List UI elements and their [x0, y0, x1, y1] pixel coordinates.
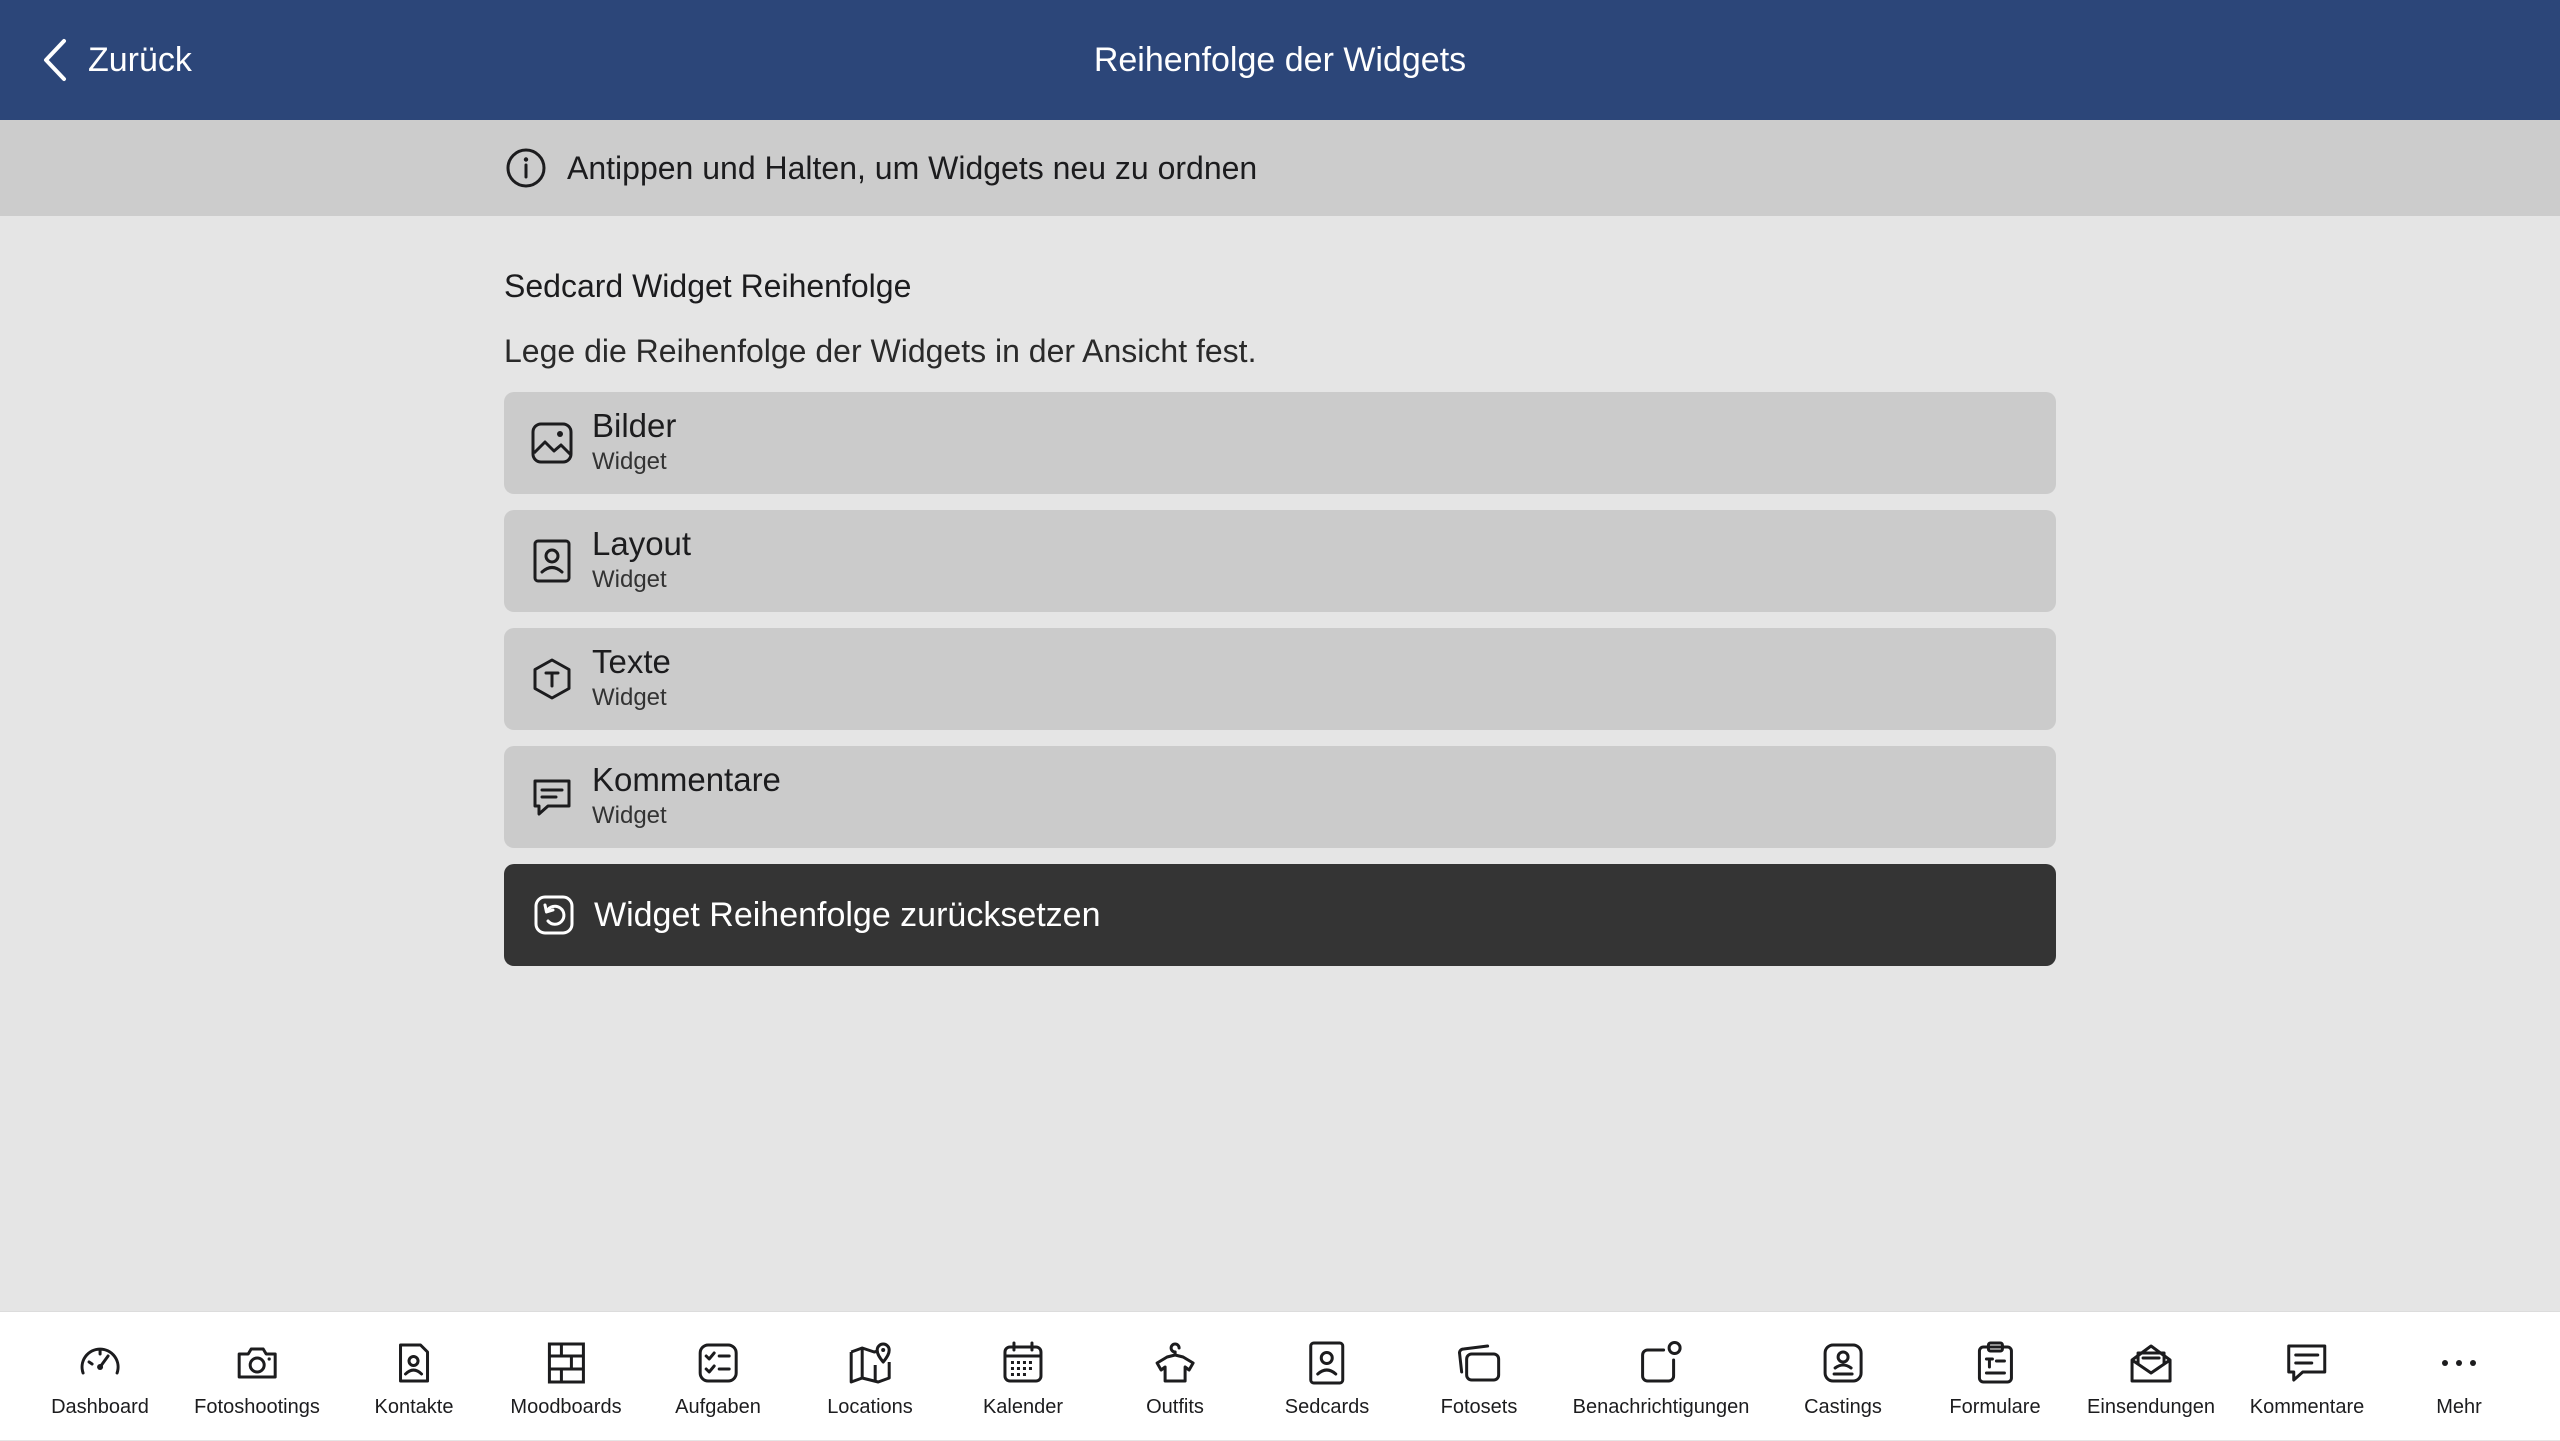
tab-castings[interactable]: Castings — [1804, 1312, 1882, 1441]
tab-label: Aufgaben — [675, 1396, 761, 1418]
tab-label: Fotosets — [1440, 1396, 1518, 1418]
tab-label: Mehr — [2436, 1396, 2482, 1418]
reset-widget-order-button[interactable]: Widget Reihenfolge zurücksetzen — [504, 864, 2056, 966]
tab-moodboards[interactable]: Moodboards — [510, 1312, 622, 1441]
widget-label: Kommentare — [592, 761, 781, 798]
bottom-tab-bar: Dashboard Fotoshootings Kontakte Moodboa… — [0, 1311, 2560, 1440]
reset-icon — [534, 895, 574, 935]
info-banner — [0, 120, 2560, 216]
tab-label: Benachrichtigungen — [1572, 1396, 1750, 1418]
tab-aufgaben[interactable]: Aufgaben — [675, 1312, 761, 1441]
speedometer-icon — [80, 1347, 120, 1375]
envelope-icon — [2130, 1344, 2172, 1383]
casting-icon — [1823, 1343, 1863, 1383]
tab-label: Kontakte — [374, 1396, 454, 1418]
text-hexagon-icon — [533, 658, 571, 700]
tab-mehr[interactable]: Mehr — [2436, 1312, 2482, 1441]
section-title: Sedcard Widget Reihenfolge — [504, 268, 912, 304]
section-description: Lege die Reihenfolge der Widgets in der … — [504, 333, 1257, 369]
tab-dashboard[interactable]: Dashboard — [51, 1312, 149, 1441]
tab-fotosets[interactable]: Fotosets — [1440, 1312, 1518, 1441]
tab-label: Outfits — [1146, 1396, 1204, 1418]
widget-sublabel: Widget — [592, 802, 667, 829]
info-banner-text: Antippen und Halten, um Widgets neu zu o… — [567, 150, 1258, 186]
widget-item-bilder[interactable]: Bilder Widget — [504, 392, 2056, 494]
tab-einsendungen[interactable]: Einsendungen — [2087, 1312, 2215, 1441]
tab-label: Fotoshootings — [194, 1396, 320, 1418]
widget-sublabel: Widget — [592, 448, 667, 475]
tab-benachrichtigungen[interactable]: Benachrichtigungen — [1572, 1312, 1750, 1441]
notification-icon — [1641, 1341, 1682, 1383]
shirt-icon — [1155, 1342, 1195, 1383]
tab-label: Kalender — [982, 1396, 1064, 1418]
tab-kommentare[interactable]: Kommentare — [2249, 1312, 2365, 1441]
tab-label: Formulare — [1949, 1396, 2041, 1418]
tab-outfits[interactable]: Outfits — [1146, 1312, 1204, 1441]
tab-kontakte[interactable]: Kontakte — [374, 1312, 454, 1441]
tab-kalender[interactable]: Kalender — [983, 1312, 1063, 1441]
back-button[interactable]: Zurück — [38, 30, 192, 90]
widget-sublabel: Widget — [592, 684, 667, 711]
chevron-left-icon — [44, 39, 66, 81]
comment-icon — [2287, 1344, 2327, 1382]
tab-label: Locations — [827, 1396, 913, 1418]
tab-formulare[interactable]: Formulare — [1949, 1312, 2041, 1441]
widget-sublabel: Widget — [592, 566, 667, 593]
camera-icon — [237, 1347, 277, 1379]
tab-label: Castings — [1804, 1396, 1882, 1418]
calendar-icon — [1003, 1341, 1043, 1383]
photoset-icon — [1458, 1344, 1501, 1382]
tab-label: Kommentare — [2249, 1396, 2365, 1418]
tab-label: Sedcards — [1284, 1396, 1370, 1418]
comment-icon — [533, 779, 571, 816]
image-icon — [531, 422, 573, 464]
tab-sedcards[interactable]: Sedcards — [1284, 1312, 1370, 1441]
top-navigation-bar: Zurück Reihenfolge der Widgets — [0, 0, 2560, 120]
back-button-label: Zurück — [88, 40, 192, 79]
checklist-icon — [698, 1343, 738, 1383]
more-icon — [2442, 1360, 2476, 1366]
map-pin-icon — [849, 1342, 891, 1384]
page-title: Reihenfolge der Widgets — [1093, 40, 1467, 79]
tab-label: Moodboards — [510, 1396, 622, 1418]
widget-label: Texte — [592, 643, 671, 680]
portrait-icon — [1309, 1341, 1345, 1385]
widget-item-texte[interactable]: Texte Widget — [504, 628, 2056, 730]
widget-label: Bilder — [592, 407, 677, 444]
info-icon — [506, 148, 546, 188]
clipboard-icon — [1977, 1341, 2013, 1384]
tab-locations[interactable]: Locations — [827, 1312, 913, 1441]
reset-button-label: Widget Reihenfolge zurücksetzen — [594, 896, 1101, 934]
moodboard-icon — [547, 1342, 585, 1384]
portrait-icon — [533, 539, 571, 583]
widget-item-kommentare[interactable]: Kommentare Widget — [504, 746, 2056, 848]
tab-label: Dashboard — [51, 1396, 149, 1418]
widget-label: Layout — [592, 525, 692, 562]
tab-fotoshootings[interactable]: Fotoshootings — [194, 1312, 320, 1441]
widget-item-layout[interactable]: Layout Widget — [504, 510, 2056, 612]
contact-icon — [399, 1343, 430, 1383]
tab-label: Einsendungen — [2087, 1396, 2215, 1418]
